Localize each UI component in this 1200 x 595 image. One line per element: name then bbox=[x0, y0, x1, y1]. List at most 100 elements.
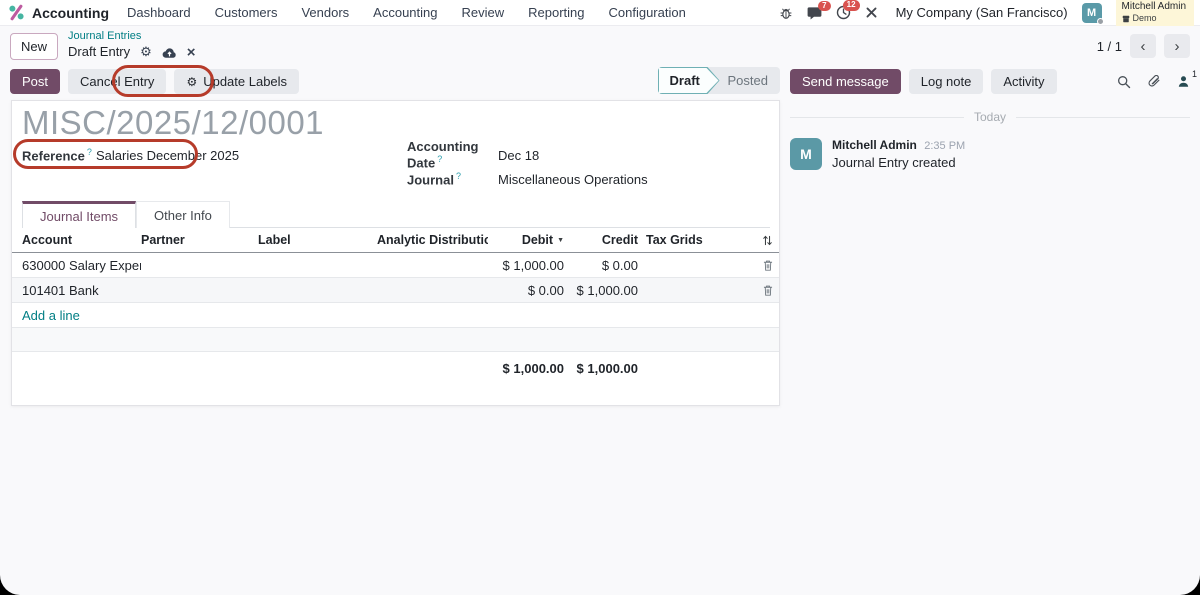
actions-gear-icon[interactable]: ⚙ bbox=[140, 44, 152, 61]
menu-accounting[interactable]: Accounting bbox=[373, 5, 437, 20]
chatter-message: M Mitchell Admin 2:35 PM Journal Entry c… bbox=[790, 138, 1190, 170]
table-totals-row: $ 1,000.00 $ 1,000.00 bbox=[12, 352, 779, 384]
breadcrumb: Journal Entries Draft Entry ⚙ × bbox=[68, 30, 196, 63]
journal-field-row: Journal? Miscellaneous Operations bbox=[407, 167, 769, 191]
breadcrumb-journal-entries[interactable]: Journal Entries bbox=[68, 30, 196, 43]
total-debit: $ 1,000.00 bbox=[488, 361, 564, 376]
col-analytic-distribution[interactable]: Analytic Distribution bbox=[377, 233, 488, 247]
row-credit[interactable]: $ 1,000.00 bbox=[564, 283, 638, 298]
user-status-dot bbox=[1097, 18, 1104, 25]
followers-icon[interactable]: 1 bbox=[1177, 75, 1190, 88]
accounting-date-input[interactable]: Dec 18 bbox=[498, 148, 539, 163]
menu-reporting[interactable]: Reporting bbox=[528, 5, 584, 20]
reference-field-row: Reference? Salaries December 2025 bbox=[22, 143, 392, 167]
messages-badge: 7 bbox=[818, 1, 830, 12]
odoo-apps-logo-icon[interactable] bbox=[8, 4, 25, 21]
message-avatar[interactable]: M bbox=[790, 138, 822, 170]
activities-clock-icon[interactable]: 12 bbox=[836, 5, 851, 20]
menu-vendors[interactable]: Vendors bbox=[301, 5, 349, 20]
app-name[interactable]: Accounting bbox=[32, 5, 109, 21]
table-row[interactable]: 101401 Bank $ 0.00 $ 1,000.00 bbox=[12, 278, 779, 303]
delete-row-icon[interactable] bbox=[756, 284, 779, 297]
messages-icon[interactable]: 7 bbox=[807, 6, 822, 20]
entry-number[interactable]: MISC/2025/12/0001 bbox=[22, 104, 324, 142]
search-messages-icon[interactable] bbox=[1117, 75, 1131, 89]
app-window: Accounting Dashboard Customers Vendors A… bbox=[0, 0, 1200, 595]
post-button[interactable]: Post bbox=[10, 69, 60, 94]
col-account[interactable]: Account bbox=[12, 233, 141, 247]
accounting-date-field-row: Accounting Date? Dec 18 bbox=[407, 143, 769, 167]
col-credit[interactable]: Credit bbox=[564, 233, 638, 247]
pager-previous-button[interactable]: ‹ bbox=[1130, 34, 1156, 58]
optional-columns-icon[interactable] bbox=[756, 234, 779, 247]
reference-label: Reference? bbox=[22, 147, 86, 163]
followers-count: 1 bbox=[1192, 69, 1197, 79]
pager: 1 / 1 ‹ › bbox=[1097, 34, 1190, 58]
debug-bug-icon[interactable] bbox=[779, 6, 793, 20]
journal-help-icon[interactable]: ? bbox=[456, 171, 461, 181]
row-account[interactable]: 101401 Bank bbox=[12, 283, 141, 298]
menu-dashboard[interactable]: Dashboard bbox=[127, 5, 191, 20]
top-navbar: Accounting Dashboard Customers Vendors A… bbox=[0, 0, 1200, 26]
activity-button[interactable]: Activity bbox=[991, 69, 1056, 94]
send-message-button[interactable]: Send message bbox=[790, 69, 901, 94]
col-partner[interactable]: Partner bbox=[141, 233, 258, 247]
tab-other-info[interactable]: Other Info bbox=[136, 201, 230, 228]
chatter: Today M Mitchell Admin 2:35 PM Journal E… bbox=[790, 100, 1190, 170]
notebook-tabs: Journal Items Other Info bbox=[22, 201, 770, 228]
menu-review[interactable]: Review bbox=[462, 5, 505, 20]
user-menu[interactable]: Mitchell Admin Demo bbox=[1116, 0, 1194, 26]
add-line-row: Add a line bbox=[12, 303, 779, 328]
main-menu: Dashboard Customers Vendors Accounting R… bbox=[127, 5, 686, 20]
user-avatar[interactable]: M bbox=[1082, 3, 1102, 23]
attachment-paperclip-icon[interactable] bbox=[1147, 75, 1161, 89]
message-author[interactable]: Mitchell Admin bbox=[832, 138, 917, 152]
message-body: Journal Entry created bbox=[832, 155, 965, 170]
log-note-button[interactable]: Log note bbox=[909, 69, 984, 94]
row-account[interactable]: 630000 Salary Expenses bbox=[12, 258, 141, 273]
control-panel: New Journal Entries Draft Entry ⚙ × 1 / … bbox=[0, 28, 1200, 64]
sort-desc-icon: ▼ bbox=[557, 237, 564, 244]
col-tax-grids[interactable]: Tax Grids bbox=[638, 233, 756, 247]
cancel-entry-button[interactable]: Cancel Entry bbox=[68, 69, 166, 94]
menu-configuration[interactable]: Configuration bbox=[609, 5, 686, 20]
form-sheet: MISC/2025/12/0001 Reference? Salaries De… bbox=[11, 100, 780, 406]
status-draft[interactable]: Draft bbox=[658, 67, 720, 94]
user-sub-label: Demo bbox=[1133, 13, 1157, 24]
discard-x-icon[interactable]: × bbox=[187, 43, 196, 63]
update-labels-button[interactable]: ⚙ Update Labels bbox=[174, 69, 299, 94]
total-credit: $ 1,000.00 bbox=[564, 361, 638, 376]
reference-input[interactable]: Salaries December 2025 bbox=[96, 148, 239, 163]
tools-icon[interactable] bbox=[865, 6, 878, 19]
row-credit[interactable]: $ 0.00 bbox=[564, 258, 638, 273]
table-header-row: Account Partner Label Analytic Distribut… bbox=[12, 228, 779, 253]
demo-data-icon bbox=[1122, 15, 1130, 23]
breadcrumb-current: Draft Entry bbox=[68, 44, 130, 61]
add-a-line-link[interactable]: Add a line bbox=[12, 308, 141, 323]
action-row: Post Cancel Entry ⚙ Update Labels Draft … bbox=[0, 67, 1200, 96]
accounting-date-help-icon[interactable]: ? bbox=[437, 154, 442, 164]
row-debit[interactable]: $ 1,000.00 bbox=[488, 258, 564, 273]
message-time: 2:35 PM bbox=[924, 140, 965, 152]
journal-items-table: Account Partner Label Analytic Distribut… bbox=[12, 228, 779, 384]
pager-count: 1 / 1 bbox=[1097, 39, 1122, 54]
new-button[interactable]: New bbox=[10, 33, 58, 60]
company-switcher[interactable]: My Company (San Francisco) bbox=[896, 5, 1068, 20]
date-divider: Today bbox=[790, 110, 1190, 124]
table-spacer-row bbox=[12, 328, 779, 352]
col-debit[interactable]: Debit▼ bbox=[488, 233, 564, 247]
delete-row-icon[interactable] bbox=[756, 259, 779, 272]
journal-input[interactable]: Miscellaneous Operations bbox=[498, 172, 648, 187]
menu-customers[interactable]: Customers bbox=[215, 5, 278, 20]
user-name: Mitchell Admin bbox=[1122, 1, 1186, 13]
col-label[interactable]: Label bbox=[258, 233, 377, 247]
gear-icon: ⚙ bbox=[186, 75, 197, 89]
reference-help-icon[interactable]: ? bbox=[87, 147, 92, 157]
tab-journal-items[interactable]: Journal Items bbox=[22, 201, 136, 228]
activities-badge: 12 bbox=[843, 0, 860, 11]
table-row[interactable]: 630000 Salary Expenses $ 1,000.00 $ 0.00 bbox=[12, 253, 779, 278]
row-debit[interactable]: $ 0.00 bbox=[488, 283, 564, 298]
save-cloud-icon[interactable] bbox=[162, 47, 177, 59]
pager-next-button[interactable]: › bbox=[1164, 34, 1190, 58]
status-bar: Draft Posted bbox=[658, 67, 780, 94]
